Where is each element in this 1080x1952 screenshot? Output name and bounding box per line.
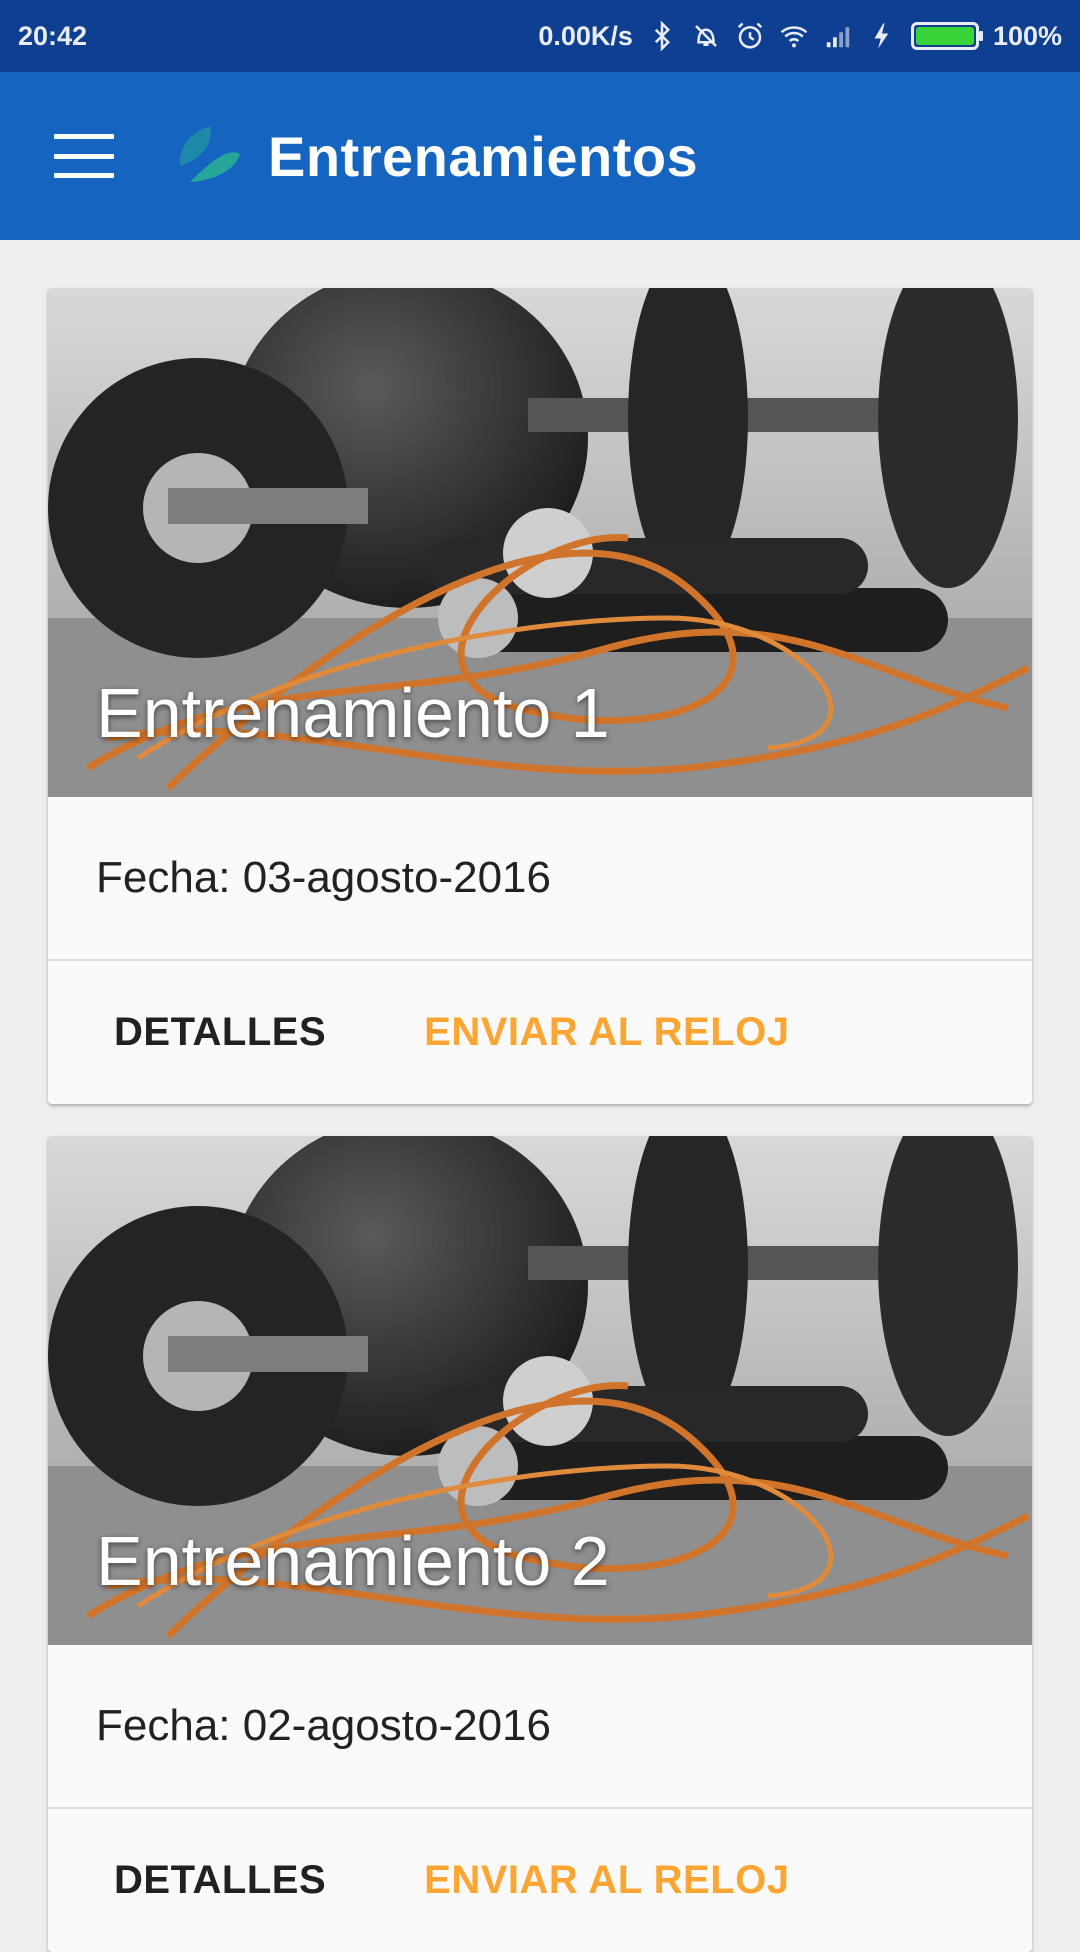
alarm-icon [737,22,763,49]
app-logo-icon [179,126,240,182]
battery-level: 100% [992,20,1062,51]
status-bar: 20:42 0.00K/s 100% [0,0,1080,72]
workout-card: Entrenamiento 1 Fecha: 03-agosto-2016 DE… [48,288,1032,1104]
send-to-watch-button[interactable]: ENVIAR AL RELOJ [424,1010,789,1055]
workout-image[interactable]: Entrenamiento 2 [48,1136,1032,1645]
bluetooth-icon [654,21,670,51]
send-to-watch-button[interactable]: ENVIAR AL RELOJ [424,1858,789,1903]
status-time: 20:42 [18,20,88,51]
vibrate-icon [695,25,717,47]
workout-card: Entrenamiento 2 Fecha: 02-agosto-2016 DE… [48,1136,1032,1952]
hamburger-menu-icon[interactable] [54,134,114,178]
workout-title: Entrenamiento 2 [96,1522,610,1600]
workout-date: Fecha: 03-agosto-2016 [48,797,1032,961]
app-bar: Entrenamientos [0,72,1080,240]
details-button[interactable]: DETALLES [114,1858,326,1903]
details-button[interactable]: DETALLES [114,1010,326,1055]
wifi-icon [780,26,808,48]
status-icons: 0.00K/s 100% [538,21,1062,52]
card-actions: DETALLES ENVIAR AL RELOJ [48,1809,1032,1952]
signal-icon [826,27,850,48]
workout-title: Entrenamiento 1 [96,674,610,752]
page-title: Entrenamientos [268,124,699,188]
card-actions: DETALLES ENVIAR AL RELOJ [48,961,1032,1104]
battery-icon [910,22,983,50]
network-speed: 0.00K/s [538,20,633,51]
workout-date: Fecha: 02-agosto-2016 [48,1645,1032,1809]
workout-image[interactable]: Entrenamiento 1 [48,288,1032,797]
charging-icon [874,23,889,49]
